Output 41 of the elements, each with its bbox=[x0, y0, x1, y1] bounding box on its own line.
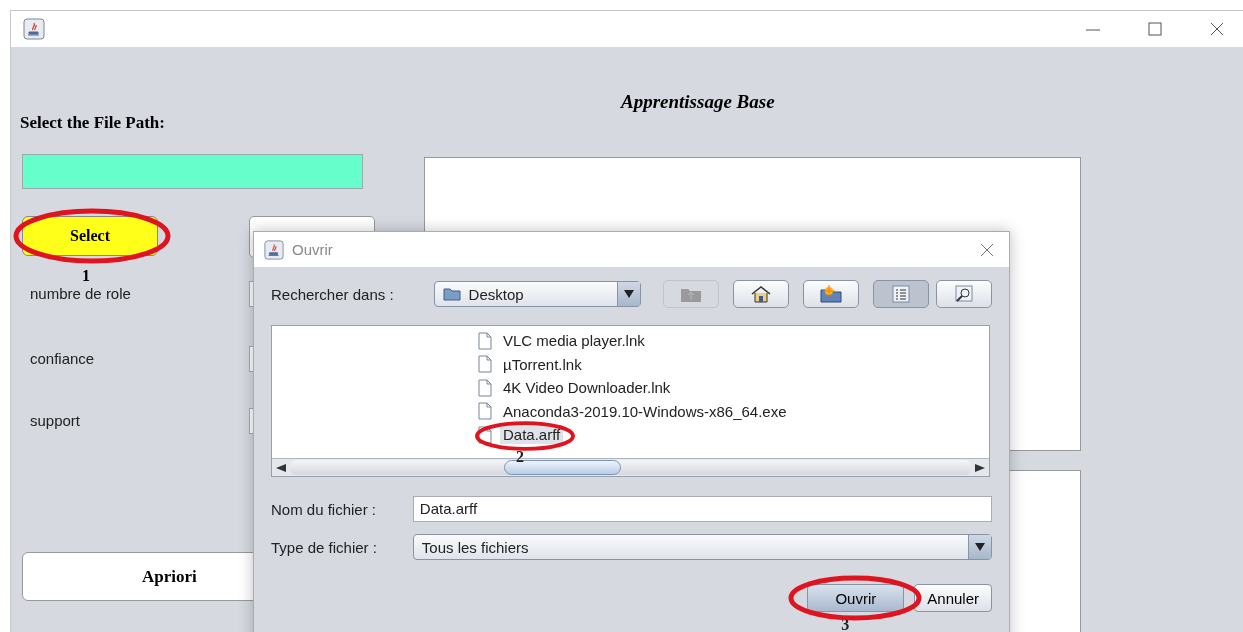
file-path-label: Select the File Path: bbox=[20, 113, 166, 133]
file-type-dropdown[interactable]: Tous les fichiers bbox=[412, 534, 992, 560]
file-name-field[interactable]: Data.arff bbox=[412, 496, 992, 522]
scroll-left-icon[interactable] bbox=[276, 463, 286, 472]
close-icon[interactable] bbox=[1209, 21, 1225, 37]
select-button[interactable]: Select bbox=[22, 216, 158, 256]
dialog-title: Ouvrir bbox=[292, 241, 333, 258]
annotation-number: 1 bbox=[82, 268, 90, 284]
folder-icon bbox=[442, 287, 461, 301]
list-view-button[interactable] bbox=[873, 280, 929, 308]
file-icon bbox=[478, 331, 492, 350]
app-icon bbox=[264, 239, 284, 260]
file-item[interactable]: 4K Video Downloader.lnk bbox=[500, 378, 674, 398]
maximize-icon[interactable] bbox=[1147, 21, 1163, 37]
open-button[interactable]: Ouvrir bbox=[807, 584, 905, 612]
new-folder-button[interactable] bbox=[803, 280, 859, 308]
file-path-field[interactable] bbox=[22, 154, 363, 189]
file-icon bbox=[478, 355, 492, 374]
section-title: Apprentissage Base bbox=[621, 91, 776, 113]
file-item[interactable]: Data.arff bbox=[500, 425, 564, 445]
magnifier-icon bbox=[953, 285, 975, 303]
home-icon bbox=[750, 285, 772, 303]
app-icon bbox=[23, 18, 45, 40]
file-item[interactable]: VLC media player.lnk bbox=[500, 331, 648, 351]
cancel-button[interactable]: Annuler bbox=[914, 584, 992, 612]
file-item[interactable]: µTorrent.lnk bbox=[500, 354, 585, 374]
look-in-dropdown[interactable]: Desktop bbox=[433, 281, 641, 307]
file-icon bbox=[478, 402, 492, 421]
home-button[interactable] bbox=[733, 280, 789, 308]
parameter-label: support bbox=[29, 412, 82, 429]
close-icon[interactable] bbox=[979, 241, 995, 258]
parameter-label: confiance bbox=[29, 350, 96, 367]
file-icon bbox=[478, 378, 492, 397]
details-view-button[interactable] bbox=[936, 280, 992, 308]
look-in-label: Rechercher dans : bbox=[271, 285, 395, 303]
scroll-right-icon[interactable] bbox=[975, 463, 985, 472]
file-name-label: Nom du fichier : bbox=[271, 500, 378, 518]
new-folder-icon bbox=[820, 285, 842, 303]
file-item[interactable]: Anaconda3-2019.10-Windows-x86_64.exe bbox=[500, 401, 790, 421]
parameter-label: numbre de role bbox=[29, 285, 132, 302]
list-view-icon bbox=[890, 285, 912, 303]
